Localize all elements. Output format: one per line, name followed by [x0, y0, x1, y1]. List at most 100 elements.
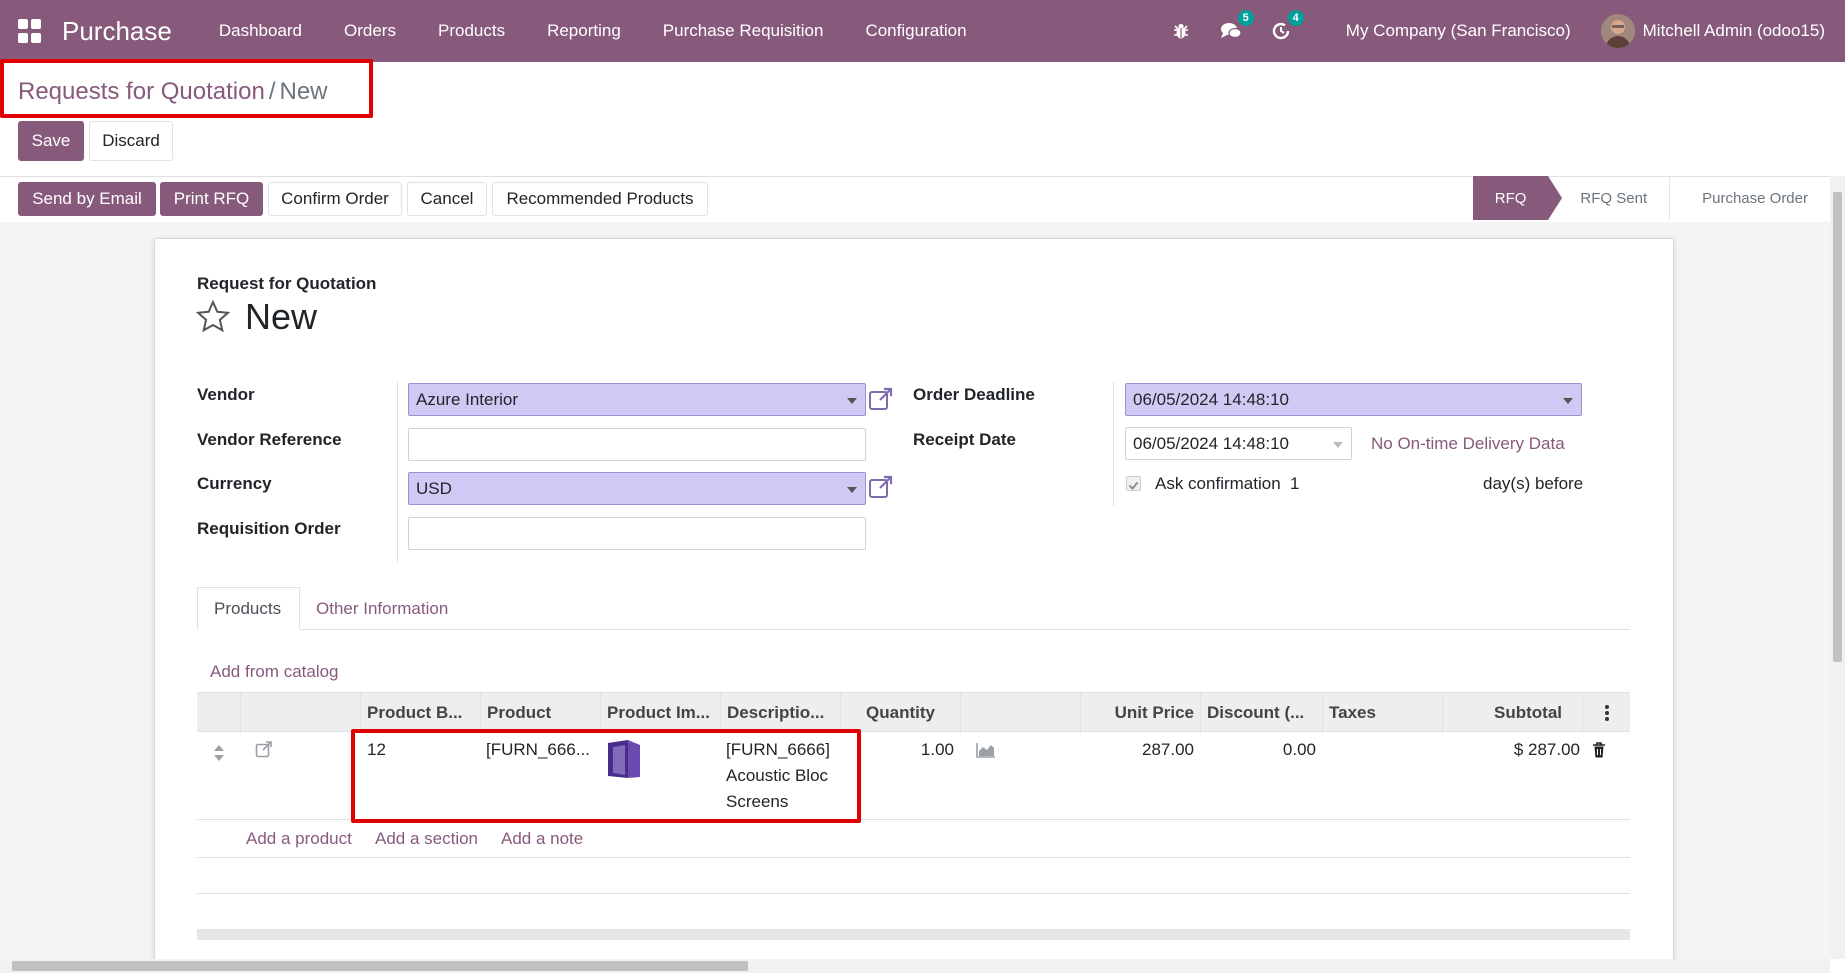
favorite-star-icon[interactable] [195, 299, 231, 337]
vendor-field[interactable]: Azure Interior [408, 383, 866, 416]
stage-rfq-sent[interactable]: RFQ Sent [1548, 176, 1669, 220]
save-button[interactable]: Save [18, 121, 84, 161]
vendor-dropdown-icon[interactable] [847, 398, 857, 404]
empty-line-row [197, 822, 1630, 858]
breadcrumb-separator: / [268, 78, 276, 105]
table-row[interactable]: 12 [FURN_666... [FURN_6666] Acoustic Blo… [197, 732, 1630, 820]
forecast-chart-icon[interactable] [976, 742, 996, 763]
row-description-line-1[interactable]: [FURN_6666] [726, 737, 830, 763]
currency-dropdown-icon[interactable] [847, 487, 857, 493]
col-open [240, 693, 360, 733]
form-header-label: Request for Quotation [197, 274, 377, 293]
chat-icon[interactable]: 5 [1218, 10, 1254, 44]
tab-products[interactable]: Products [197, 587, 300, 630]
row-description-line-3[interactable]: Screens [726, 789, 788, 815]
app-name[interactable]: Purchase [62, 16, 172, 47]
row-barcode[interactable]: 12 [367, 737, 386, 763]
vertical-scroll-thumb[interactable] [1833, 192, 1842, 662]
currency-value: USD [416, 479, 452, 498]
status-bar: RFQ RFQ Sent Purchase Order [1472, 176, 1830, 220]
order-deadline-field[interactable]: 06/05/2024 14:48:10 [1125, 383, 1582, 416]
row-open-record-icon[interactable] [255, 740, 273, 763]
horizontal-scroll-thumb[interactable] [12, 961, 748, 971]
right-group-separator [1113, 382, 1114, 506]
row-subtotal: $ 287.00 [1513, 740, 1580, 759]
order-deadline-value: 06/05/2024 14:48:10 [1133, 390, 1289, 409]
requisition-order-label: Requisition Order [197, 519, 341, 538]
table-footer-bar [197, 929, 1630, 940]
stage-purchase-order[interactable]: Purchase Order [1669, 176, 1830, 220]
breadcrumb-current: New [279, 78, 328, 105]
order-deadline-label: Order Deadline [913, 385, 1035, 404]
col-forecast [960, 693, 1080, 733]
order-deadline-dropdown-icon[interactable] [1563, 398, 1573, 404]
on-time-delivery-link[interactable]: No On-time Delivery Data [1371, 434, 1565, 454]
user-avatar[interactable] [1600, 14, 1635, 48]
col-unit-price[interactable]: Unit Price [1080, 693, 1200, 733]
receipt-date-field[interactable]: 06/05/2024 14:48:10 [1125, 427, 1352, 460]
col-quantity[interactable]: Quantity [840, 693, 960, 733]
requisition-order-field[interactable] [408, 517, 866, 550]
col-subtotal[interactable]: Subtotal [1442, 693, 1582, 733]
record-title: New [245, 296, 318, 337]
menu-reporting[interactable]: Reporting [526, 21, 642, 41]
row-unit-price[interactable]: 287.00 [1080, 737, 1200, 763]
send-by-email-button[interactable]: Send by Email [18, 182, 156, 216]
menu-orders[interactable]: Orders [323, 21, 417, 41]
currency-label: Currency [197, 474, 272, 493]
vendor-label: Vendor [197, 385, 255, 404]
row-delete-trash-icon[interactable] [1592, 742, 1606, 764]
col-discount[interactable]: Discount (... [1200, 693, 1322, 733]
activity-badge: 4 [1287, 10, 1304, 26]
ask-confirmation-label: Ask confirmation [1155, 474, 1281, 493]
col-product[interactable]: Product [480, 693, 600, 733]
receipt-date-label: Receipt Date [913, 430, 1016, 449]
row-drag-handle-icon[interactable] [213, 744, 225, 767]
row-description-line-2[interactable]: Acoustic Bloc [726, 763, 828, 789]
menu-dashboard[interactable]: Dashboard [198, 21, 323, 41]
order-lines-header: Product B... Product Product Im... Descr… [197, 692, 1630, 733]
menu-configuration[interactable]: Configuration [844, 21, 987, 41]
company-switcher[interactable]: My Company (San Francisco) [1346, 21, 1571, 41]
col-product-image[interactable]: Product Im... [600, 693, 720, 733]
vendor-reference-label: Vendor Reference [197, 430, 342, 449]
activity-clock-icon[interactable]: 4 [1268, 10, 1304, 44]
empty-line-row-2 [197, 858, 1630, 894]
breadcrumb-rfq-link[interactable]: Requests for Quotation [18, 78, 265, 105]
left-group-separator [397, 382, 398, 562]
row-quantity[interactable]: 1.00 [840, 737, 954, 763]
chat-badge: 5 [1237, 10, 1254, 26]
receipt-date-dropdown-icon[interactable] [1333, 442, 1343, 448]
currency-field[interactable]: USD [408, 472, 866, 505]
confirm-order-button[interactable]: Confirm Order [268, 182, 402, 216]
ask-confirmation-days[interactable]: 1 [1290, 474, 1299, 494]
tab-other-information[interactable]: Other Information [300, 587, 464, 630]
col-handle [197, 693, 240, 733]
user-menu[interactable]: Mitchell Admin (odoo15) [1643, 21, 1825, 41]
currency-external-link-icon[interactable] [868, 474, 894, 500]
add-from-catalog-link[interactable]: Add from catalog [210, 662, 339, 682]
vendor-value: Azure Interior [416, 390, 519, 409]
discard-button[interactable]: Discard [89, 121, 173, 161]
col-options[interactable] [1582, 693, 1630, 733]
days-before-label: day(s) before [1483, 474, 1584, 493]
col-taxes[interactable]: Taxes [1322, 693, 1442, 733]
col-product-barcode[interactable]: Product B... [360, 693, 480, 733]
col-description[interactable]: Descriptio... [720, 693, 840, 733]
stage-rfq[interactable]: RFQ [1472, 176, 1563, 220]
row-product[interactable]: [FURN_666... [486, 737, 598, 763]
receipt-date-value: 06/05/2024 14:48:10 [1133, 434, 1289, 453]
menu-products[interactable]: Products [417, 21, 526, 41]
bug-icon[interactable] [1168, 18, 1194, 44]
ask-confirmation-checkbox[interactable] [1126, 476, 1141, 491]
cancel-button[interactable]: Cancel [407, 182, 487, 216]
print-rfq-button[interactable]: Print RFQ [160, 182, 263, 216]
vendor-external-link-icon[interactable] [868, 386, 894, 412]
column-options-icon [1604, 705, 1609, 721]
row-discount[interactable]: 0.00 [1200, 737, 1322, 763]
menu-purchase-requisition[interactable]: Purchase Requisition [642, 21, 845, 41]
apps-menu-icon[interactable] [18, 19, 42, 43]
vendor-reference-field[interactable] [408, 428, 866, 461]
recommended-products-button[interactable]: Recommended Products [492, 182, 708, 216]
product-image [605, 738, 643, 785]
